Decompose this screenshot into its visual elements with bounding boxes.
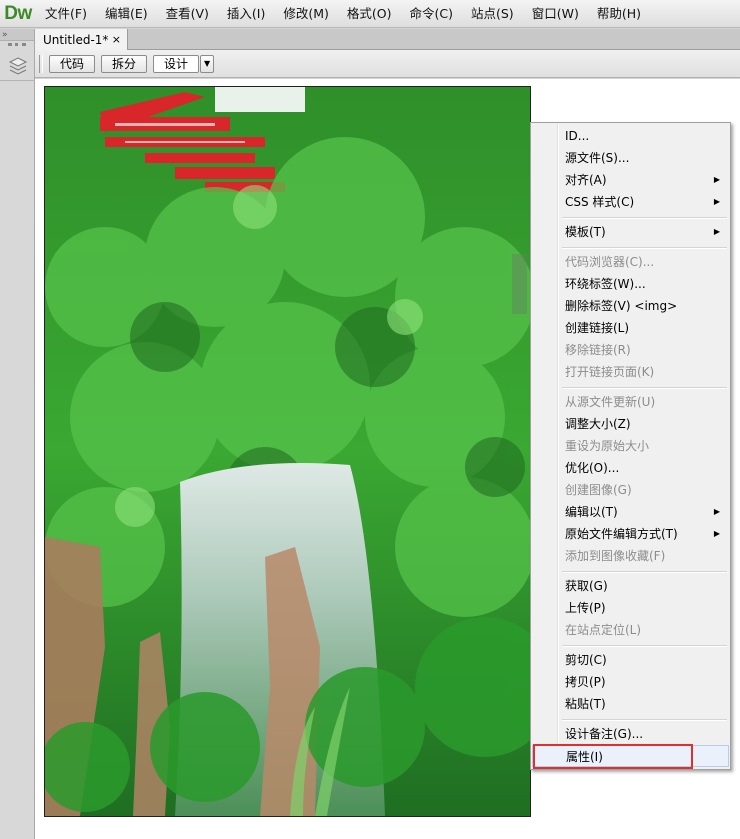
ctx-templates[interactable]: 模板(T) ▶ — [532, 221, 729, 243]
menu-view[interactable]: 查看(V) — [157, 0, 218, 28]
menu-commands[interactable]: 命令(C) — [401, 0, 462, 28]
split-view-button[interactable]: 拆分 — [101, 54, 148, 73]
ctx-css-styles[interactable]: CSS 样式(C) ▶ — [532, 191, 729, 213]
insert-panel-icon[interactable] — [0, 51, 35, 81]
submenu-arrow-icon: ▶ — [713, 507, 720, 516]
ctx-add-to-favorites: 添加到图像收藏(F) — [565, 549, 666, 563]
menu-separator — [562, 645, 727, 647]
close-icon[interactable]: × — [112, 33, 121, 46]
ctx-copy[interactable]: 拷贝(P) — [532, 671, 729, 693]
menu-insert[interactable]: 插入(I) — [218, 0, 274, 28]
menubar: Dw 文件(F) 编辑(E) 查看(V) 插入(I) 修改(M) 格式(O) 命… — [0, 0, 740, 28]
menu-separator — [562, 719, 727, 721]
submenu-arrow-icon: ▶ — [713, 197, 720, 206]
ctx-id[interactable]: ID... — [532, 125, 729, 147]
dreamweaver-logo: Dw — [4, 2, 32, 24]
context-menu: ID... 源文件(S)... 对齐(A) ▶ CSS 样式(C) ▶ 模板(T) ▶… — [530, 122, 731, 770]
ctx-remove-link: 移除链接(R) — [565, 343, 631, 357]
ctx-source-file[interactable]: 源文件(S)... — [532, 147, 729, 169]
ctx-create-image: 创建图像(G) — [565, 483, 632, 497]
submenu-arrow-icon: ▶ — [713, 227, 720, 236]
ctx-cut[interactable]: 剪切(C) — [532, 649, 729, 671]
chevron-down-icon[interactable]: ▼ — [200, 54, 215, 73]
ctx-optimize[interactable]: 优化(O)... — [532, 457, 729, 479]
expand-panels-button[interactable]: » — [0, 29, 34, 41]
ctx-make-link[interactable]: 创建链接(L) — [532, 317, 729, 339]
submenu-arrow-icon: ▶ — [713, 175, 720, 184]
highlight-annotation-box — [533, 744, 693, 769]
menu-file[interactable]: 文件(F) — [36, 0, 96, 28]
code-view-button[interactable]: 代码 — [49, 54, 96, 73]
ctx-align[interactable]: 对齐(A) ▶ — [532, 169, 729, 191]
ctx-paste[interactable]: 粘贴(T) — [532, 693, 729, 715]
document-tab-title: Untitled-1* — [43, 32, 109, 47]
ctx-put[interactable]: 上传(P) — [532, 597, 729, 619]
menu-format[interactable]: 格式(O) — [338, 0, 401, 28]
selected-image[interactable] — [44, 86, 531, 817]
ctx-original-editor[interactable]: 原始文件编辑方式(T) ▶ — [532, 523, 729, 545]
ctx-remove-tag[interactable]: 删除标签(V) <img> — [532, 295, 729, 317]
document-toolbar: 代码 拆分 设计 ▼ — [35, 50, 740, 78]
menu-edit[interactable]: 编辑(E) — [96, 0, 157, 28]
menu-window[interactable]: 窗口(W) — [523, 0, 588, 28]
menu-separator — [562, 217, 727, 219]
document-tab[interactable]: Untitled-1* × — [35, 29, 128, 50]
ctx-update-from-source: 从源文件更新(U) — [565, 395, 656, 409]
menu-site[interactable]: 站点(S) — [462, 0, 523, 28]
toolbar-grip — [39, 54, 43, 73]
menu-separator — [562, 387, 727, 389]
panel-grip[interactable] — [8, 43, 26, 51]
ctx-wrap-tag[interactable]: 环绕标签(W)... — [532, 273, 729, 295]
menu-separator — [562, 571, 727, 573]
design-view-button[interactable]: 设计 — [153, 54, 200, 73]
menu-help[interactable]: 帮助(H) — [588, 0, 650, 28]
ctx-reset-size: 重设为原始大小 — [565, 439, 650, 453]
document-tab-bar: Untitled-1* × — [35, 29, 740, 50]
ctx-edit-with[interactable]: 编辑以(T) ▶ — [532, 501, 729, 523]
ctx-code-navigator: 代码浏览器(C)... — [565, 255, 655, 269]
menu-separator — [562, 247, 727, 249]
ctx-open-linked-page: 打开链接页面(K) — [565, 365, 655, 379]
canvas-right-edge — [512, 254, 527, 314]
ctx-get[interactable]: 获取(G) — [532, 575, 729, 597]
left-panel-strip: » — [0, 29, 35, 839]
submenu-arrow-icon: ▶ — [713, 529, 720, 538]
menu-modify[interactable]: 修改(M) — [274, 0, 338, 28]
ctx-design-notes[interactable]: 设计备注(G)... — [532, 723, 729, 745]
ctx-resize[interactable]: 调整大小(Z) — [532, 413, 729, 435]
ctx-locate-in-site: 在站点定位(L) — [565, 623, 642, 637]
